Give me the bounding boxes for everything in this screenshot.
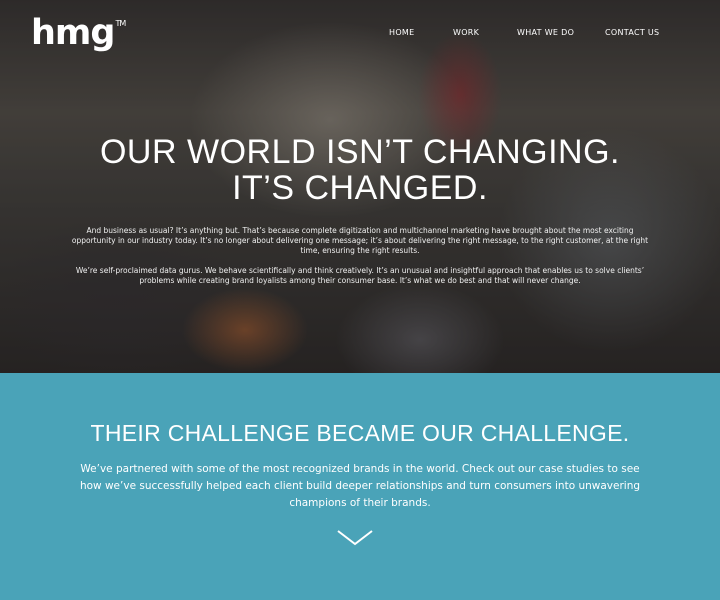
- nav-item-contact-us[interactable]: CONTACT US: [605, 28, 659, 37]
- trademark: TM: [115, 19, 126, 28]
- hero-paragraph-2: We’re self-proclaimed data gurus. We beh…: [75, 266, 645, 285]
- main-nav: HOME WORK WHAT WE DO CONTACT US: [0, 28, 720, 42]
- challenge-text: We’ve partnered with some of the most re…: [79, 463, 641, 509]
- headline-line-1: OUR WORLD ISN’T CHANGING.: [99, 133, 620, 171]
- chevron-down-icon[interactable]: [337, 530, 373, 546]
- challenge-title: THEIR CHALLENGE BECAME OUR CHALLENGE.: [90, 420, 630, 446]
- nav-item-what-we-do[interactable]: WHAT WE DO: [517, 28, 574, 37]
- hero-paragraph-1: And business as usual? It’s anything but…: [71, 226, 649, 255]
- headline-line-2: IT’S CHANGED.: [232, 169, 488, 207]
- nav-item-work[interactable]: WORK: [453, 28, 479, 37]
- nav-item-home[interactable]: HOME: [389, 28, 414, 37]
- hero-section: hmgTM HOME WORK WHAT WE DO CONTACT US OU…: [0, 0, 720, 373]
- hero-headline: OUR WORLD ISN’T CHANGING. IT’S CHANGED.: [0, 134, 720, 206]
